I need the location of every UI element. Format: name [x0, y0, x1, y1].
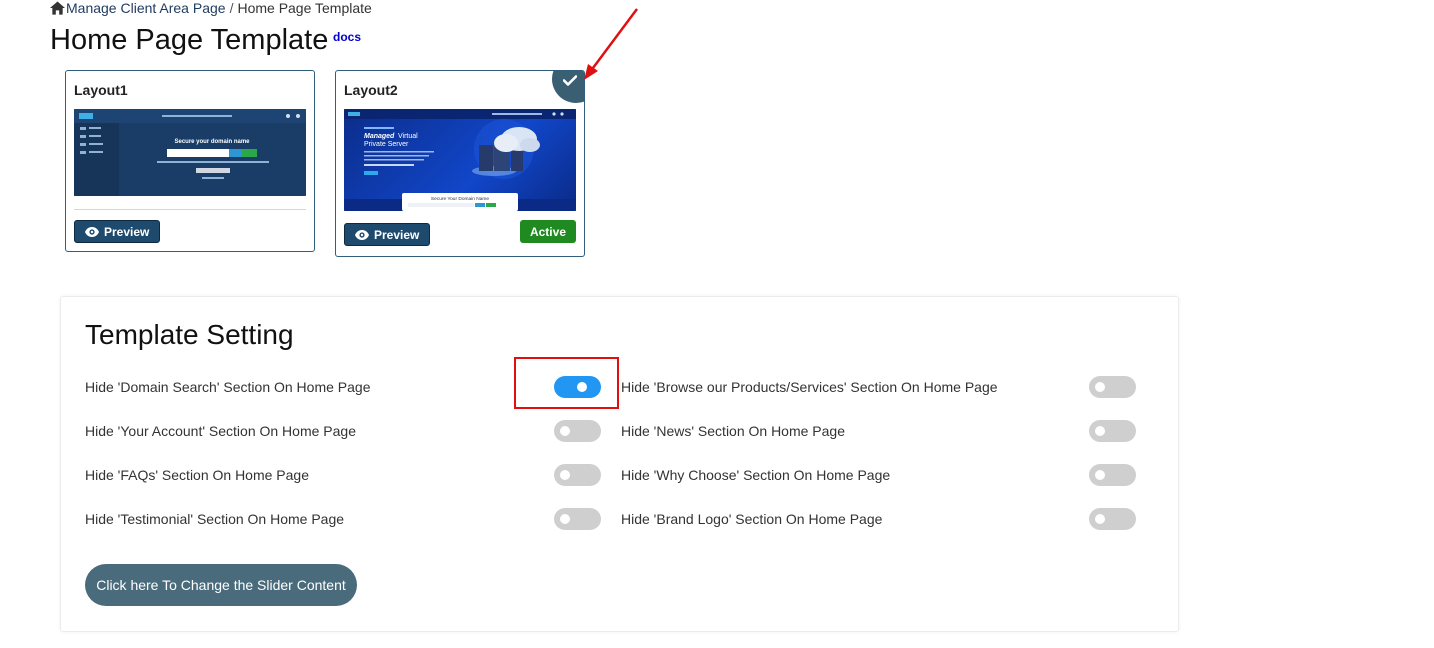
toggle-knob — [1095, 426, 1105, 436]
active-status-badge: Active — [519, 220, 576, 243]
layout-name: Layout2 — [344, 82, 398, 98]
change-slider-content-button[interactable]: Click here To Change the Slider Content — [85, 564, 357, 606]
layout-name: Layout1 — [74, 82, 128, 98]
setting-label-faqs: Hide 'FAQs' Section On Home Page — [85, 467, 310, 483]
template-setting-title: Template Setting — [85, 319, 294, 350]
layout2-thumb-heading-em: Managed — [364, 133, 395, 140]
layout2-preview-button[interactable]: Preview — [344, 223, 431, 246]
breadcrumb-current: Home Page Template — [237, 0, 372, 16]
setting-label-brand-logo: Hide 'Brand Logo' Section On Home Page — [621, 511, 883, 527]
setting-label-domain-search: Hide 'Domain Search' Section On Home Pag… — [85, 379, 371, 395]
preview-label: Preview — [104, 224, 150, 239]
template-setting-panel: Template Setting Hide 'Domain Search' Se… — [60, 296, 1179, 632]
annotation-arrow — [584, 8, 639, 80]
toggle-knob — [560, 514, 570, 524]
docs-link[interactable]: docs — [333, 30, 361, 44]
toggle-testimonial[interactable] — [554, 508, 601, 530]
toggle-faqs[interactable] — [554, 464, 601, 486]
breadcrumb-separator: / — [229, 0, 234, 16]
setting-label-news: Hide 'News' Section On Home Page — [621, 423, 846, 439]
eye-icon — [355, 229, 369, 240]
layout2-thumbnail: Managed Virtual Private Server Secure Yo… — [344, 109, 576, 211]
layout-card-2[interactable]: Layout2 Managed Virtual Private Server S… — [335, 70, 585, 257]
setting-label-browse-products: Hide 'Browse our Products/Services' Sect… — [621, 379, 998, 395]
layout1-thumbnail: Secure your domain name — [74, 109, 306, 196]
preview-label: Preview — [374, 227, 420, 242]
toggle-why-choose[interactable] — [1089, 464, 1136, 486]
layout2-thumb-heading-line2: Private Server — [364, 141, 409, 148]
layout1-thumb-title: Secure your domain name — [174, 139, 250, 145]
breadcrumb: Manage Client Area Page / Home Page Temp… — [50, 0, 372, 16]
layout-divider — [74, 209, 306, 210]
page-title: Home Page Template — [50, 24, 329, 56]
annotation-highlight-box — [514, 357, 619, 409]
layout2-thumb-search-title: Secure Your Domain Name — [431, 196, 489, 202]
toggle-news[interactable] — [1089, 420, 1136, 442]
toggle-brand-logo[interactable] — [1089, 508, 1136, 530]
toggle-knob — [560, 426, 570, 436]
breadcrumb-parent-link[interactable]: Manage Client Area Page — [66, 0, 226, 16]
layout1-preview-button[interactable]: Preview — [74, 220, 161, 243]
home-icon[interactable] — [50, 1, 65, 15]
layout-card-1[interactable]: Layout1 Secure your domain name Preview — [65, 70, 315, 252]
layout2-thumb-heading-rest: Virtual — [398, 133, 418, 140]
setting-label-your-account: Hide 'Your Account' Section On Home Page — [85, 423, 356, 439]
toggle-knob — [560, 470, 570, 480]
setting-label-why-choose: Hide 'Why Choose' Section On Home Page — [621, 467, 891, 483]
setting-label-testimonial: Hide 'Testimonial' Section On Home Page — [85, 511, 345, 527]
toggle-knob — [1095, 382, 1105, 392]
toggle-knob — [1095, 470, 1105, 480]
eye-icon — [85, 226, 99, 237]
toggle-browse-products[interactable] — [1089, 376, 1136, 398]
toggle-your-account[interactable] — [554, 420, 601, 442]
layout2-thumbnail-graphic: Managed Virtual Private Server Secure Yo… — [344, 109, 576, 211]
check-icon — [563, 75, 577, 86]
toggle-knob — [1095, 514, 1105, 524]
layout1-thumbnail-graphic: Secure your domain name — [74, 109, 306, 196]
